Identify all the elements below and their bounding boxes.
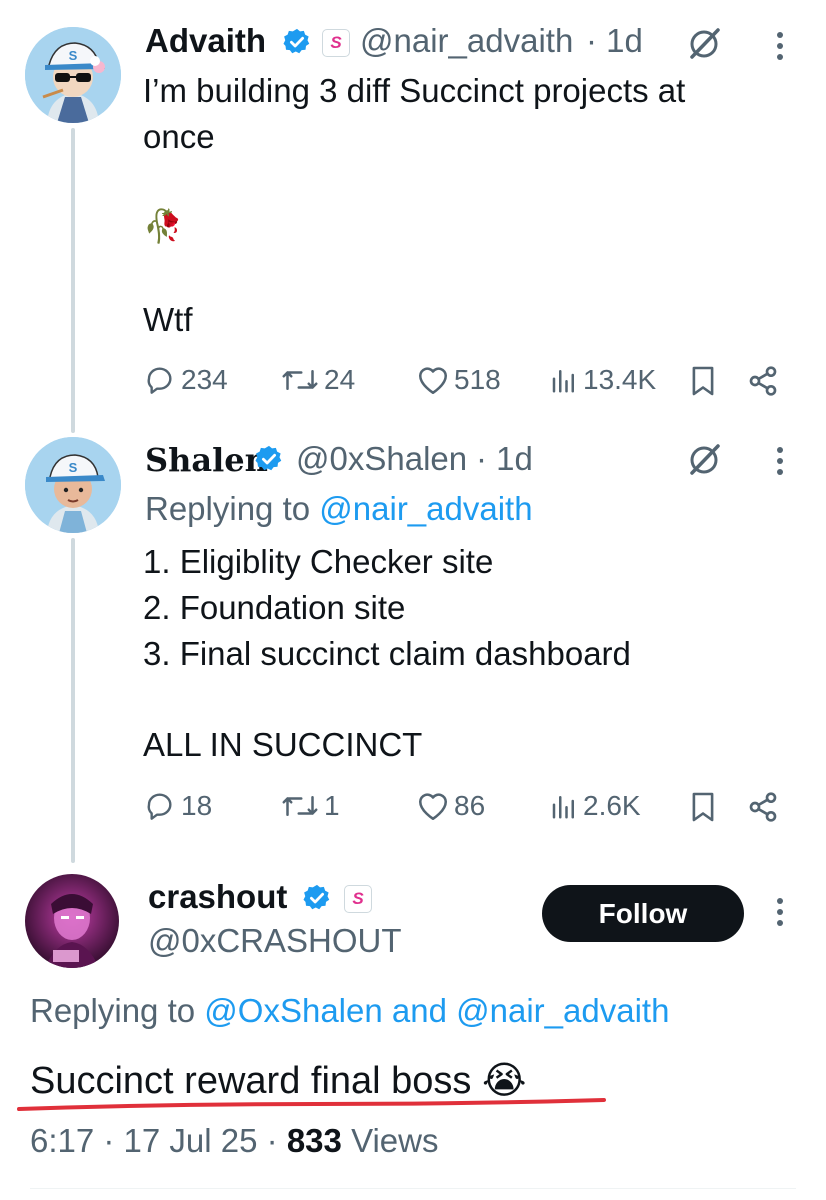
repost-button[interactable]: 24 [280,364,355,396]
avatar[interactable] [25,874,119,968]
repost-button[interactable]: 1 [280,790,340,822]
grok-icon[interactable] [684,440,724,480]
author-handle[interactable]: @nair_advaith [360,22,573,60]
repost-icon [282,796,318,816]
verified-badge-icon [254,444,284,479]
bookmark-icon[interactable] [688,790,718,824]
like-count: 518 [454,364,501,395]
repost-count: 1 [324,790,340,821]
thread-line [71,128,75,433]
views-button[interactable]: 13.4K [549,364,656,396]
views-count: 833 [286,1122,342,1159]
mention-link[interactable]: @nair_advaith [319,490,532,527]
tweet-text-line: once [143,118,215,155]
like-button[interactable]: 86 [416,790,485,822]
author-name[interactable]: Shalen [145,441,268,479]
verified-badge-icon [282,27,312,62]
author-handle[interactable]: @0xCRASHOUT [148,922,402,960]
post-time[interactable]: · 1d [586,22,643,60]
replying-label: Replying to [30,992,196,1029]
share-icon[interactable] [746,790,780,824]
post-timestamp[interactable]: 6:17 · 17 Jul 25 · [30,1122,278,1159]
wilted-rose-emoji: 🥀 [143,208,183,244]
verified-badge-icon [302,883,332,918]
post-meta: 6:17 · 17 Jul 25 · 833 Views [30,1122,439,1160]
thread-line [71,538,75,863]
svg-text:S: S [69,460,78,475]
bookmark-icon[interactable] [688,364,718,398]
tweet-text-line: 2. Foundation site [143,589,406,626]
tweet-text-line: 3. Final succinct claim dashboard [143,635,631,672]
replying-to: Replying to @OxShalen and @nair_advaith [30,992,669,1030]
author-handle[interactable]: @0xShalen [296,440,467,478]
tweet-text-line: I’m building 3 diff Succinct projects at [143,72,686,109]
views-icon [552,370,574,393]
follow-button[interactable]: Follow [542,885,744,942]
tweet-text-line: Wtf [143,301,193,338]
succinct-badge-icon: S [344,885,372,913]
divider [30,1188,796,1189]
repost-icon [282,370,318,390]
more-icon[interactable] [775,32,785,60]
reply-icon [147,367,172,394]
views-label: Views [351,1122,439,1159]
views-icon [552,796,574,819]
reply-button[interactable]: 234 [145,364,228,396]
reply-icon [147,793,172,820]
avatar[interactable]: S [25,437,121,533]
tweet-text-line: ALL IN SUCCINCT [143,726,423,763]
reply-count: 234 [181,364,228,395]
succinct-badge-icon: S [322,29,350,57]
mention-and: and [391,992,447,1029]
mention-link[interactable]: @OxShalen [204,992,382,1029]
repost-count: 24 [324,364,356,395]
author-name[interactable]: Advaith [145,22,266,60]
reply-button[interactable]: 18 [145,790,212,822]
replying-to: Replying to @nair_advaith [145,490,533,528]
grok-icon[interactable] [684,24,724,64]
avatar[interactable]: S [25,27,121,123]
views-button[interactable]: 2.6K [549,790,641,822]
like-icon [418,793,448,821]
share-icon[interactable] [746,364,780,398]
like-icon [418,367,448,395]
svg-text:S: S [69,48,78,63]
red-underline [17,1098,606,1111]
views-count: 2.6K [583,790,641,821]
replying-label: Replying to [145,490,311,527]
more-icon[interactable] [775,447,785,475]
views-count: 13.4K [583,364,657,395]
post-time[interactable]: · 1d [476,440,533,478]
reply-count: 18 [181,790,213,821]
more-icon[interactable] [775,898,785,926]
mention-link[interactable]: @nair_advaith [456,992,669,1029]
tweet-text-line: 1. Eligiblity Checker site [143,543,494,580]
like-count: 86 [454,790,486,821]
like-button[interactable]: 518 [416,364,501,396]
author-name[interactable]: crashout [148,878,287,916]
